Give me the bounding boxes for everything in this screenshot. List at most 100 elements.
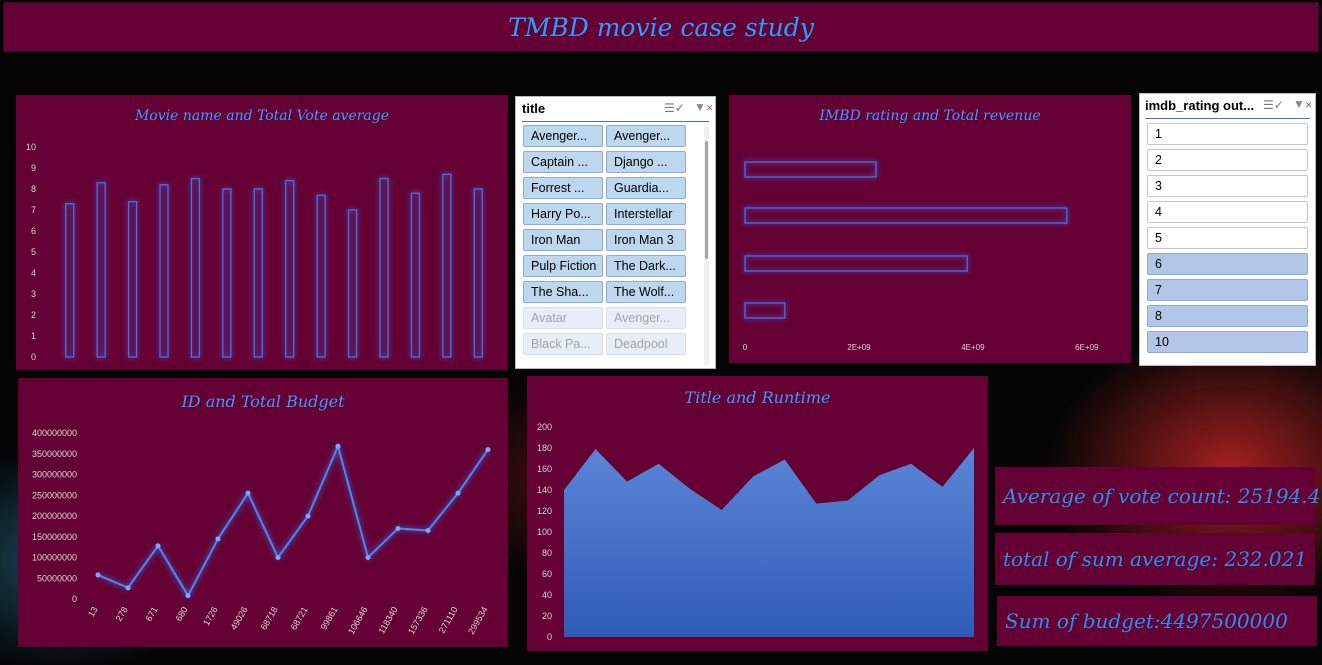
title-slicer-item[interactable]: Avenger... [606, 125, 686, 147]
runtime-y-tick: 120 [537, 506, 552, 516]
rating-slicer-item[interactable]: 1 [1147, 123, 1308, 145]
rating-slicer-item[interactable]: 3 [1147, 175, 1308, 197]
title-slicer[interactable]: title ☰✓ ▼✕ Avenger... Avenger... Captain … [515, 96, 716, 369]
title-slicer-scroll-thumb[interactable] [705, 141, 708, 259]
budget-y-tick: 250000000 [32, 490, 77, 500]
clear-filter-icon[interactable]: ▼✕ [694, 100, 713, 114]
title-slicer-item[interactable]: Deadpool [606, 333, 686, 355]
vote-bar [65, 203, 75, 358]
multi-select-icon[interactable]: ☰✓ [1263, 98, 1284, 112]
imdb-rating-slicer[interactable]: imdb_rating out... ☰✓ ▼✕ 1 2 3 4 5 6 7 8 10 [1139, 93, 1316, 366]
runtime-y-tick: 100 [537, 527, 552, 537]
rating-slicer-item[interactable]: 7 [1147, 279, 1308, 301]
title-slicer-item[interactable]: Captain ... [523, 151, 603, 173]
rating-slicer-item[interactable]: 10 [1147, 331, 1308, 353]
budget-y-tick: 300000000 [32, 470, 77, 480]
vote-bar [190, 177, 201, 358]
budget-point [305, 513, 311, 519]
title-slicer-item[interactable]: Avenger... [606, 307, 686, 329]
multi-select-icon[interactable]: ☰✓ [664, 101, 685, 115]
kpi-budget: Sum of budget:4497500000 [997, 596, 1317, 646]
kpi-vote-count-text: Average of vote count: 25194.41 [1003, 484, 1322, 508]
title-slicer-item[interactable]: The Dark... [606, 255, 686, 277]
dashboard-title-bar: TMBD movie case study [3, 2, 1319, 52]
budget-point [245, 490, 251, 496]
runtime-chart-svg: 0 20 40 60 80 100 120 140 160 180 200 [537, 422, 974, 642]
budget-x-tick: 278 [114, 605, 130, 623]
vote-y-tick: 0 [31, 352, 36, 362]
title-slicer-item[interactable]: Pulp Fiction [523, 255, 603, 277]
title-slicer-item[interactable]: Iron Man [523, 229, 603, 251]
budget-point [275, 555, 281, 560]
budget-point [425, 528, 431, 534]
title-slicer-item[interactable]: Avatar [523, 307, 603, 329]
budget-point [215, 536, 221, 542]
revenue-bar [744, 161, 877, 178]
budget-y-tick: 0 [72, 594, 77, 604]
kpi-budget-text: Sum of budget:4497500000 [1005, 609, 1288, 633]
budget-point [365, 555, 371, 560]
budget-x-tick: 299534 [466, 605, 490, 636]
revenue-bar [744, 302, 786, 319]
title-slicer-item[interactable]: Interstellar [606, 203, 686, 225]
title-slicer-item[interactable]: Harry Po... [523, 203, 603, 225]
vote-bar [379, 177, 389, 358]
budget-point [155, 543, 161, 549]
title-slicer-item[interactable]: Avenger... [523, 125, 603, 147]
title-slicer-item[interactable]: Forrest ... [523, 177, 603, 199]
vote-bar [316, 194, 326, 358]
title-slicer-item[interactable]: Guardia... [606, 177, 686, 199]
runtime-y-tick: 180 [537, 443, 552, 453]
runtime-chart[interactable]: Title and Runtime 0 20 40 60 80 100 120 140 160 1… [527, 376, 988, 651]
budget-point [395, 525, 401, 531]
title-slicer-item[interactable]: The Wolf... [606, 281, 686, 303]
vote-bar [159, 184, 169, 358]
rating-slicer-header: imdb_rating out... ☰✓ ▼✕ [1145, 94, 1312, 119]
vote-bar [222, 188, 232, 358]
budget-x-tick: 49026 [229, 605, 250, 632]
budget-point [95, 572, 101, 578]
revenue-x-tick: 0 [743, 343, 748, 352]
rating-slicer-item[interactable]: 8 [1147, 305, 1308, 327]
rating-slicer-item[interactable]: 5 [1147, 227, 1308, 249]
runtime-y-tick: 40 [542, 590, 552, 600]
kpi-sum-average: total of sum average: 232.021 [995, 533, 1315, 585]
vote-y-tick: 7 [31, 205, 36, 215]
clear-filter-icon[interactable]: ▼✕ [1293, 97, 1312, 111]
budget-x-tick: 118340 [376, 605, 399, 635]
vote-bar [442, 173, 452, 358]
title-slicer-label: title [522, 101, 546, 116]
runtime-y-tick: 80 [542, 548, 552, 558]
title-slicer-scrollbar[interactable] [704, 127, 709, 365]
title-slicer-header: title ☰✓ ▼✕ [522, 97, 713, 122]
title-slicer-item[interactable]: Black Pa... [523, 333, 603, 355]
title-slicer-item[interactable]: Iron Man 3 [606, 229, 686, 251]
revenue-chart[interactable]: IMBD rating and Total revenue 0 2E+09 4E+0… [729, 95, 1131, 363]
revenue-x-tick: 6E+09 [1075, 343, 1099, 352]
revenue-chart-svg: 0 2E+09 4E+09 6E+09 [743, 161, 1099, 352]
budget-y-tick: 50000000 [37, 573, 77, 583]
runtime-area [564, 448, 974, 637]
revenue-bar [744, 255, 968, 272]
budget-y-tick: 350000000 [32, 449, 77, 459]
budget-point [455, 490, 461, 496]
vote-average-chart[interactable]: Movie name and Total Vote average 012345… [16, 95, 508, 370]
budget-x-tick: 68718 [259, 605, 280, 632]
title-slicer-item[interactable]: The Sha... [523, 281, 603, 303]
revenue-bar [744, 207, 1068, 224]
budget-chart[interactable]: ID and Total Budget 0 50000000 100000000 15… [18, 378, 508, 647]
kpi-vote-count: Average of vote count: 25194.41 [995, 467, 1322, 525]
vote-bar [410, 192, 421, 358]
rating-slicer-item[interactable]: 6 [1147, 253, 1308, 275]
budget-x-tick: 68721 [289, 605, 310, 632]
vote-bar [127, 200, 138, 358]
kpi-sum-average-text: total of sum average: 232.021 [1003, 547, 1308, 571]
vote-y-tick: 3 [31, 289, 36, 299]
budget-x-tick: 13 [86, 605, 100, 619]
rating-slicer-item[interactable]: 4 [1147, 201, 1308, 223]
rating-slicer-label: imdb_rating out... [1145, 98, 1255, 113]
title-slicer-item[interactable]: Django ... [606, 151, 686, 173]
budget-x-tick: 271110 [437, 605, 460, 635]
budget-line [97, 443, 489, 598]
rating-slicer-item[interactable]: 2 [1147, 149, 1308, 171]
